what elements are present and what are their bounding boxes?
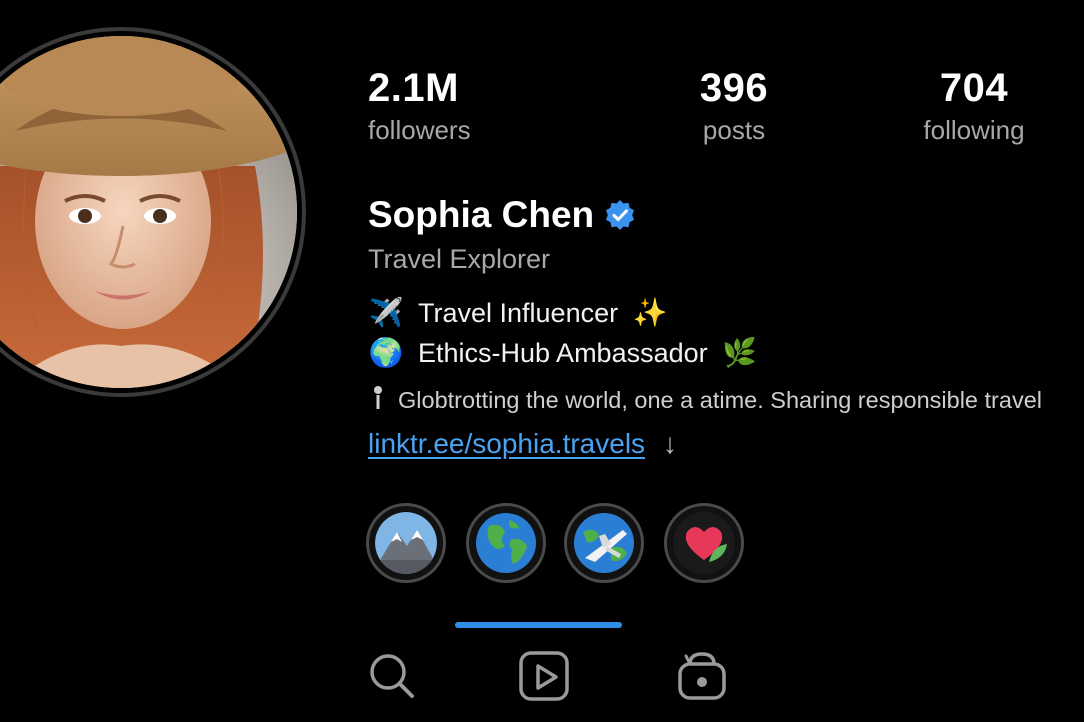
highlight-mountain[interactable] [366, 503, 446, 583]
pin-icon [374, 386, 382, 409]
globe-emoji-icon: 🌍 [368, 337, 404, 368]
posts-label: posts [702, 115, 766, 145]
reels-icon[interactable] [518, 650, 570, 702]
search-icon[interactable] [366, 650, 418, 702]
bio-description-text: Globtrotting the world, one a atime. Sha… [398, 387, 1042, 413]
airplane-icon: ✈️ [368, 297, 404, 328]
verified-badge-icon [606, 200, 635, 230]
followers-count: 2.1M [368, 66, 459, 110]
plane-globe-icon [573, 512, 635, 574]
stat-following[interactable]: 704 following [912, 66, 1036, 150]
highlight-travel[interactable] [564, 503, 644, 583]
globe-icon [475, 512, 537, 574]
bio-line-ambassador: 🌍 Ethics-Hub Ambassador 🌿 [368, 336, 758, 370]
avatar-photo [0, 36, 297, 388]
heart-leaf-icon [673, 512, 735, 574]
stat-posts[interactable]: 396 posts [680, 66, 788, 150]
followers-label: followers [368, 115, 471, 145]
avatar-portrait-illustration [0, 36, 297, 388]
bio-link-row: linktr.ee/sophia.travels ↓ [368, 427, 677, 461]
following-label: following [923, 115, 1025, 145]
stat-followers[interactable]: 2.1M followers [368, 66, 471, 150]
name-row: Sophia Chen [368, 193, 636, 237]
bio-line-text: Travel Influencer [418, 298, 619, 328]
highlight-globe[interactable] [466, 503, 546, 583]
highlight-love[interactable] [664, 503, 744, 583]
bio-link[interactable]: linktr.ee/sophia.travels [368, 427, 645, 461]
mountain-icon [375, 512, 437, 574]
active-tab-indicator [455, 622, 622, 628]
bio-description: Globtrotting the world, one a atime. Sha… [372, 385, 1042, 415]
bio-line-text: Ethics-Hub Ambassador [418, 338, 708, 368]
shop-bag-icon[interactable] [676, 650, 728, 702]
sparkles-icon: ✨ [632, 297, 668, 328]
bio-line-influencer: ✈️ Travel Influencer ✨ [368, 296, 668, 330]
leaf-icon: 🌿 [722, 337, 758, 368]
arrow-down-icon: ↓ [663, 428, 678, 459]
profile-screen: 2.1M followers 396 posts 704 following S… [0, 0, 1084, 722]
profile-avatar[interactable] [0, 27, 306, 397]
profile-name: Sophia Chen [368, 194, 595, 235]
posts-count: 396 [699, 66, 769, 110]
following-count: 704 [939, 66, 1009, 110]
profile-subtitle: Travel Explorer [368, 244, 551, 274]
